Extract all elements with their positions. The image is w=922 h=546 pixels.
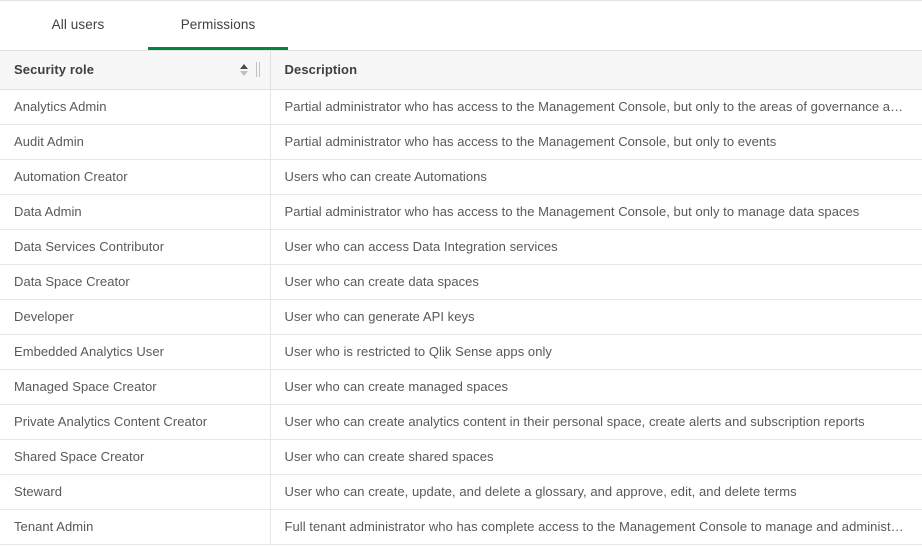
cell-security-role: Tenant Admin: [0, 509, 271, 545]
table-row[interactable]: Shared Space Creator User who can create …: [0, 439, 922, 475]
cell-description: User who can create, update, and delete …: [270, 474, 922, 510]
cell-description: User who can create analytics content in…: [270, 404, 922, 440]
table-header: Security role Description: [0, 51, 922, 90]
security-roles-table: Security role Description Analytics Admi…: [0, 51, 922, 545]
cell-security-role: Data Admin: [0, 194, 271, 230]
permissions-page: All users Permissions Security role Desc…: [0, 0, 922, 546]
table-row[interactable]: Steward User who can create, update, and …: [0, 474, 922, 510]
column-header-description-label: Description: [284, 62, 358, 78]
cell-security-role: Managed Space Creator: [0, 369, 271, 405]
table-body: Analytics Admin Partial administrator who…: [0, 89, 922, 545]
column-header-security-role-label: Security role: [14, 62, 95, 78]
sort-ascending-arrow-icon: [240, 63, 248, 69]
tab-bar: All users Permissions: [0, 0, 922, 50]
table-row[interactable]: Managed Space Creator User who can create…: [0, 369, 922, 405]
cell-description: User who can create data spaces: [270, 264, 922, 300]
column-header-tools: [240, 62, 260, 78]
cell-description: User who is restricted to Qlik Sense app…: [270, 334, 922, 370]
cell-security-role: Automation Creator: [0, 159, 271, 195]
table-header-row: Security role Description: [0, 51, 922, 90]
cell-security-role: Analytics Admin: [0, 89, 271, 125]
cell-security-role: Data Services Contributor: [0, 229, 271, 265]
cell-description: Partial administrator who has access to …: [270, 89, 922, 125]
table-row[interactable]: Embedded Analytics User User who is restr…: [0, 334, 922, 370]
cell-description: User who can access Data Integration ser…: [270, 229, 922, 265]
cell-description: Full tenant administrator who has comple…: [270, 509, 922, 545]
cell-security-role: Private Analytics Content Creator: [0, 404, 271, 440]
cell-description: User who can generate API keys: [270, 299, 922, 335]
table-row[interactable]: Tenant Admin Full tenant administrator wh…: [0, 509, 922, 545]
cell-description: User who can create managed spaces: [270, 369, 922, 405]
table-row[interactable]: Automation Creator Users who can create A…: [0, 159, 922, 195]
column-resize-handle-icon[interactable]: [255, 62, 260, 78]
table-row[interactable]: Analytics Admin Partial administrator who…: [0, 89, 922, 125]
cell-security-role: Steward: [0, 474, 271, 510]
cell-description: User who can create shared spaces: [270, 439, 922, 475]
column-header-security-role[interactable]: Security role: [0, 51, 271, 90]
cell-security-role: Audit Admin: [0, 124, 271, 160]
table-row[interactable]: Data Space Creator User who can create da…: [0, 264, 922, 300]
column-header-description[interactable]: Description: [270, 51, 922, 90]
cell-security-role: Data Space Creator: [0, 264, 271, 300]
table-row[interactable]: Audit Admin Partial administrator who has…: [0, 124, 922, 160]
tab-permissions[interactable]: Permissions: [148, 1, 288, 50]
tab-all-users[interactable]: All users: [8, 1, 148, 50]
table-row[interactable]: Private Analytics Content Creator User wh…: [0, 404, 922, 440]
table-row[interactable]: Developer User who can generate API keys: [0, 299, 922, 335]
security-roles-table-container: Security role Description Analytics Admi…: [0, 50, 922, 546]
cell-security-role: Shared Space Creator: [0, 439, 271, 475]
cell-security-role: Embedded Analytics User: [0, 334, 271, 370]
cell-description: Partial administrator who has access to …: [270, 194, 922, 230]
table-row[interactable]: Data Admin Partial administrator who has …: [0, 194, 922, 230]
cell-description: Partial administrator who has access to …: [270, 124, 922, 160]
cell-description: Users who can create Automations: [270, 159, 922, 195]
cell-security-role: Developer: [0, 299, 271, 335]
table-row[interactable]: Data Services Contributor User who can ac…: [0, 229, 922, 265]
sort-icon[interactable]: [240, 62, 249, 78]
sort-descending-arrow-icon: [240, 70, 248, 76]
